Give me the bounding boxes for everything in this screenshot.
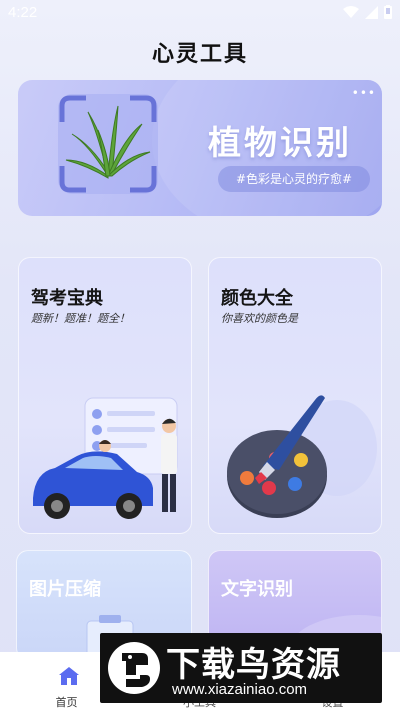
watermark-title: 下载鸟资源 (166, 645, 341, 685)
signal-icon (365, 5, 378, 19)
driving-test-card[interactable]: 驾考宝典 题新！题准！题全！ (18, 257, 192, 534)
card-subtitle: 你喜欢的颜色是 (221, 312, 298, 325)
palette-illustration-icon (227, 395, 377, 518)
wifi-icon (343, 5, 359, 18)
card-subtitle: 题新！题准！题全！ (31, 312, 130, 325)
card-title: 颜色大全 (221, 288, 293, 309)
banner-tag: #色彩是心灵的疗愈# (218, 166, 370, 192)
battery-icon (384, 5, 392, 19)
status-icons (343, 5, 392, 19)
card-title: 图片压缩 (29, 579, 101, 600)
watermark-url: www.xiazainiao.com (172, 681, 308, 698)
more-icon[interactable]: ••• (352, 86, 376, 100)
watermark-overlay: 下载鸟资源 www.xiazainiao.com (100, 633, 382, 703)
status-time: 4:22 (8, 4, 38, 21)
banner-title: 植物识别 (208, 123, 352, 162)
plant-recognition-banner[interactable]: ••• 植物识别 #色彩是心灵的疗愈# (18, 80, 382, 216)
bird-logo-icon (108, 642, 160, 694)
driving-illustration-icon (33, 397, 178, 519)
plant-scan-icon (58, 94, 158, 194)
status-bar: 4:22 (0, 0, 400, 26)
card-title: 驾考宝典 (31, 288, 103, 309)
color-encyclopedia-card[interactable]: 颜色大全 你喜欢的颜色是 (208, 257, 382, 534)
page-title: 心灵工具 (151, 42, 248, 67)
home-icon (59, 667, 79, 685)
